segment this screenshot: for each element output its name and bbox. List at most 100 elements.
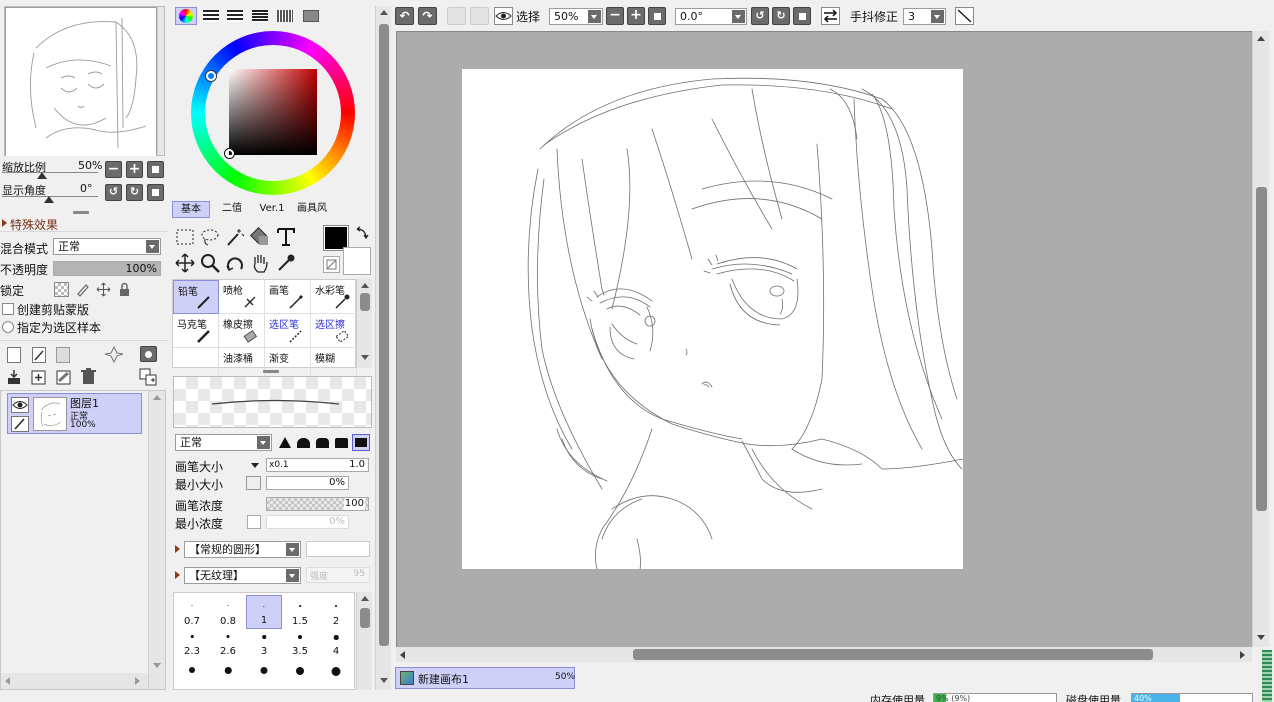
brush-size-preset[interactable] — [210, 655, 246, 689]
zoom-reset-button[interactable] — [147, 161, 164, 178]
zoom-out-button[interactable]: − — [105, 161, 122, 178]
canvas-vscroll-thumb[interactable] — [1256, 187, 1267, 511]
zoom-select[interactable]: 50% — [549, 8, 603, 25]
brush-grid-scroll-thumb[interactable] — [360, 293, 370, 311]
size-grid-scroll-thumb[interactable] — [360, 608, 370, 628]
brush-size-preset[interactable]: 1 — [246, 595, 282, 629]
toolbar-rotate-left-button[interactable]: ↺ — [751, 7, 769, 25]
blend-mode-select[interactable]: 正常 — [53, 238, 161, 255]
color-wheel-mode-button[interactable] — [175, 7, 197, 25]
shape-preset-5[interactable] — [352, 434, 370, 451]
brush-size-preset[interactable]: 3.5 — [282, 625, 318, 659]
navigator-preview[interactable] — [4, 6, 165, 156]
scroll-up-icon[interactable] — [361, 596, 369, 601]
scroll-down-icon[interactable] — [1257, 635, 1265, 640]
brush-size-preset[interactable]: 2 — [318, 595, 354, 629]
min-density-slider[interactable]: 0% — [266, 515, 349, 529]
brush-size-unit-icon[interactable] — [251, 463, 259, 468]
brush-slot[interactable]: 水彩笔 — [311, 280, 357, 314]
brush-size-preset[interactable]: 2.3 — [174, 625, 210, 659]
panel-scroll-thumb[interactable] — [379, 24, 389, 646]
saturation-value-square[interactable] — [225, 69, 317, 158]
scroll-down-icon[interactable] — [380, 678, 388, 683]
hue-marker[interactable] — [206, 71, 216, 81]
duplicate-layer-icon[interactable] — [139, 368, 158, 386]
brush-size-slider[interactable]: x0.1 1.0 — [266, 458, 369, 472]
brush-slot[interactable]: 选区笔 — [265, 314, 311, 348]
rotate-right-button[interactable]: ↻ — [126, 184, 143, 201]
flip-horizontal-button[interactable] — [821, 7, 840, 25]
size-grid-scrollbar[interactable] — [356, 592, 372, 690]
merge-down-icon[interactable] — [31, 369, 46, 385]
secondary-color-swatch[interactable] — [343, 247, 371, 275]
mix-mode-icon[interactable] — [252, 10, 268, 22]
canvas-vscrollbar[interactable] — [1252, 31, 1269, 647]
shape-preset-3[interactable] — [316, 438, 329, 448]
toolbar-rotate-reset-button[interactable] — [793, 7, 811, 25]
new-layer-icon[interactable] — [7, 347, 21, 363]
layer-list-hscrollbar[interactable] — [1, 673, 148, 689]
zoom-slider-handle[interactable] — [37, 172, 47, 179]
brush-slot[interactable]: 喷枪 — [219, 280, 265, 314]
deselect-button[interactable] — [447, 7, 466, 25]
layer-list-scrollbar[interactable] — [148, 391, 165, 689]
hand-tool[interactable] — [249, 252, 271, 274]
magic-wand-tool[interactable] — [224, 226, 246, 248]
hsv-slider-mode-icon[interactable] — [227, 10, 243, 22]
brush-size-preset[interactable]: 3 — [246, 625, 282, 659]
angle-select[interactable]: 0.0° — [675, 8, 747, 25]
rotate-tool[interactable] — [224, 252, 246, 274]
tab-basic[interactable]: 基本 — [172, 201, 210, 218]
brush-slot[interactable]: 橡皮擦 — [219, 314, 265, 348]
toolbar-zoom-in-button[interactable]: + — [627, 7, 645, 25]
trash-icon[interactable] — [81, 368, 96, 385]
redo-button[interactable]: ↷ — [418, 7, 437, 25]
texture-expand-icon[interactable] — [175, 571, 180, 579]
angle-slider-handle[interactable] — [44, 196, 54, 203]
drawing-canvas[interactable] — [462, 69, 963, 569]
invert-selection-button[interactable] — [470, 7, 489, 25]
brush-size-preset[interactable]: 1.5 — [282, 595, 318, 629]
canvas-hscrollbar[interactable] — [396, 647, 1252, 662]
scroll-down-icon[interactable] — [153, 663, 161, 668]
min-size-pressure-toggle[interactable] — [246, 476, 261, 490]
toolbar-zoom-reset-button[interactable] — [648, 7, 666, 25]
clipping-checkbox[interactable] — [2, 303, 14, 315]
clear-layer-icon[interactable] — [56, 369, 71, 385]
effects-header[interactable]: 特殊效果 — [0, 214, 168, 232]
opacity-slider[interactable]: 100% — [53, 261, 161, 276]
tab-ver1[interactable]: Ver.1 — [254, 201, 290, 218]
scroll-left-icon[interactable] — [400, 651, 405, 659]
brush-size-preset[interactable]: 0.7 — [174, 595, 210, 629]
brush-size-preset[interactable]: 0.8 — [210, 595, 246, 629]
toolbar-rotate-right-button[interactable]: ↻ — [772, 7, 790, 25]
lock-move-icon[interactable] — [96, 282, 111, 297]
undo-button[interactable]: ↶ — [395, 7, 414, 25]
brush-shape-strength[interactable] — [306, 541, 370, 557]
transfer-down-icon[interactable] — [7, 369, 21, 385]
selection-visibility-toggle[interactable] — [494, 7, 513, 25]
brush-size-preset[interactable] — [246, 655, 282, 689]
selection-source-radio[interactable] — [2, 321, 14, 333]
canvas-hscroll-thumb[interactable] — [633, 649, 1153, 660]
eyedropper-tool[interactable] — [275, 252, 297, 274]
brush-size-preset[interactable]: 4 — [318, 625, 354, 659]
brush-blend-select[interactable]: 正常 — [175, 434, 272, 451]
toolbar-zoom-out-button[interactable]: − — [606, 7, 624, 25]
min-size-slider[interactable]: 0% — [266, 476, 349, 490]
swap-colors-icon[interactable] — [355, 226, 369, 240]
lasso-tool[interactable] — [199, 226, 221, 248]
lock-transparency-icon[interactable] — [54, 282, 69, 297]
shape-preset-4[interactable] — [335, 438, 348, 448]
rgb-slider-mode-icon[interactable] — [203, 10, 219, 22]
new-linework-layer-icon[interactable] — [32, 347, 46, 363]
transparent-color-button[interactable] — [323, 256, 340, 273]
canvas-tab[interactable]: 新建画布1 50% — [395, 667, 575, 689]
lock-paint-icon[interactable] — [75, 282, 90, 297]
sv-marker[interactable] — [225, 149, 234, 158]
brush-shape-expand-icon[interactable] — [175, 545, 180, 553]
scroll-up-icon[interactable] — [380, 10, 388, 15]
brush-slot[interactable]: 马克笔 — [173, 314, 219, 348]
brush-grid-scrollbar[interactable] — [356, 279, 372, 368]
zoom-in-button[interactable]: + — [126, 161, 143, 178]
